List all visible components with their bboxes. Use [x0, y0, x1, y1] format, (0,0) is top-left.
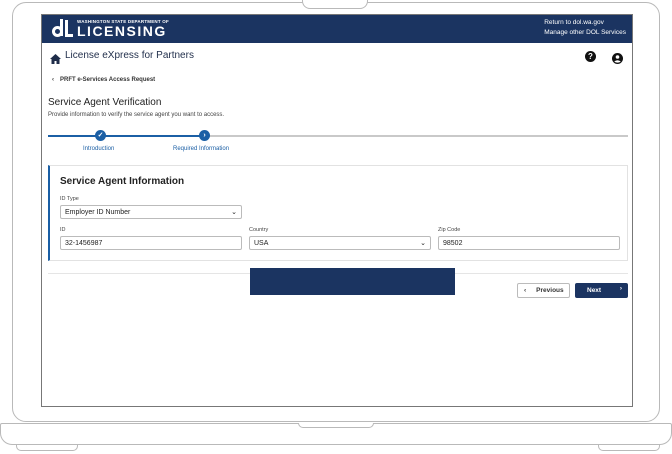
logo-title: LICENSING [77, 22, 167, 39]
stepper-remaining-line [206, 135, 628, 137]
country-select[interactable]: USA ⌄ [249, 236, 431, 250]
id-type-select[interactable]: Employer ID Number ⌄ [60, 205, 242, 219]
home-icon[interactable] [50, 51, 61, 69]
help-icon[interactable]: ? [585, 51, 596, 62]
stepper-progress-line [48, 135, 206, 137]
dol-logo[interactable]: WASHINGTON STATE DEPARTMENT OF LICENSING [52, 18, 169, 38]
dol-logo-mark-icon [52, 18, 74, 38]
country-label: Country [249, 227, 269, 233]
id-input[interactable]: 32-1456987 [60, 236, 242, 250]
id-type-value: Employer ID Number [65, 209, 131, 216]
chevron-left-icon: ‹ [524, 287, 527, 294]
chevron-left-icon: ‹ [52, 77, 54, 83]
manage-dol-services-link[interactable]: Manage other DOL Services [544, 28, 626, 38]
section-title: Service Agent Information [60, 176, 185, 187]
page-description: Provide information to verify the servic… [48, 112, 225, 118]
dark-banner [250, 268, 455, 295]
previous-button-label: Previous [536, 287, 564, 294]
chevron-down-icon: ⌄ [420, 240, 426, 247]
app-title: License eXpress for Partners [65, 50, 194, 61]
step-introduction[interactable]: Introduction [83, 146, 114, 152]
checkmark-icon: ✓ [95, 130, 106, 141]
laptop-foot-left [16, 445, 78, 451]
chevron-down-icon: ⌄ [231, 209, 237, 216]
back-link-label: PRFT e-Services Access Request [60, 77, 156, 83]
chevron-right-icon: › [619, 285, 622, 292]
header-links: Return to dol.wa.gov Manage other DOL Se… [544, 18, 626, 38]
laptop-base-groove [298, 423, 374, 428]
page-title: Service Agent Verification [48, 97, 162, 108]
id-label: ID [60, 227, 66, 233]
next-button-label: Next [587, 287, 602, 294]
laptop-camera-notch [302, 0, 368, 9]
user-account-icon[interactable] [612, 51, 623, 69]
previous-button[interactable]: ‹ Previous [517, 283, 570, 298]
zip-input[interactable]: 98502 [438, 236, 620, 250]
back-link[interactable]: ‹ PRFT e-Services Access Request [52, 77, 155, 83]
screen: WASHINGTON STATE DEPARTMENT OF LICENSING… [41, 14, 633, 407]
step-required-information: Required Information [173, 146, 230, 152]
zip-value: 98502 [443, 240, 463, 247]
chevron-right-icon: › [199, 130, 210, 141]
next-button[interactable]: Next › [575, 283, 628, 298]
country-value: USA [254, 240, 269, 247]
app-bar: License eXpress for Partners ? [42, 43, 632, 71]
laptop-foot-right [598, 445, 660, 451]
id-type-label: ID Type [60, 196, 79, 202]
top-header: WASHINGTON STATE DEPARTMENT OF LICENSING… [42, 15, 632, 43]
zip-label: Zip Code [438, 227, 461, 233]
return-to-dol-link[interactable]: Return to dol.wa.gov [544, 18, 626, 28]
id-value: 32-1456987 [65, 240, 103, 247]
service-agent-card: Service Agent Information ID Type Employ… [48, 165, 628, 261]
